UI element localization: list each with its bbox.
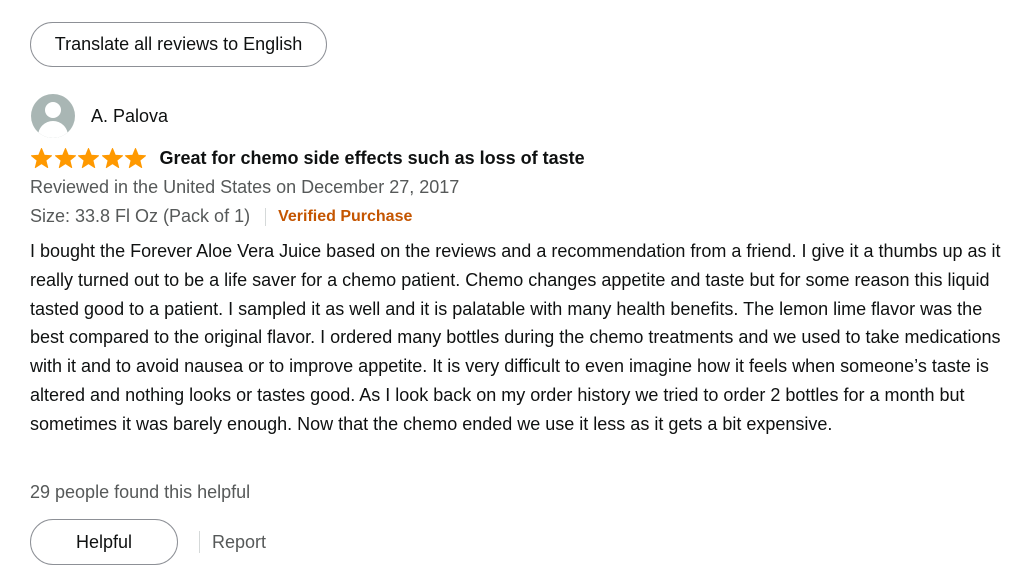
star-icon bbox=[30, 147, 53, 169]
star-icon bbox=[54, 147, 76, 169]
review-title-row: Great for chemo side effects such as los… bbox=[30, 147, 585, 169]
star-icon bbox=[124, 147, 147, 169]
product-size-link[interactable]: Size: 33.8 Fl Oz (Pack of 1) bbox=[30, 206, 250, 227]
avatar-head-shape bbox=[45, 102, 61, 118]
action-divider bbox=[199, 531, 200, 553]
review-actions: Helpful Report bbox=[30, 519, 266, 565]
star-icon bbox=[101, 147, 123, 169]
star-icon bbox=[77, 147, 100, 169]
translate-reviews-button[interactable]: Translate all reviews to English bbox=[30, 22, 327, 67]
review-title[interactable]: Great for chemo side effects such as los… bbox=[160, 148, 585, 169]
helpful-count: 29 people found this helpful bbox=[30, 482, 251, 502]
avatar bbox=[31, 94, 75, 138]
review-body: I bought the Forever Aloe Vera Juice bas… bbox=[30, 241, 1001, 434]
avatar-shoulders-shape bbox=[38, 121, 68, 138]
meta-divider bbox=[265, 207, 267, 226]
reviewer-name[interactable]: A. Palova bbox=[91, 106, 168, 127]
reviewer-profile[interactable]: A. Palova bbox=[31, 94, 168, 138]
review-date: Reviewed in the United States on Decembe… bbox=[30, 177, 460, 197]
review-meta-row: Size: 33.8 Fl Oz (Pack of 1) Verified Pu… bbox=[30, 206, 412, 227]
verified-purchase-badge: Verified Purchase bbox=[278, 207, 413, 225]
helpful-button[interactable]: Helpful bbox=[30, 519, 178, 565]
star-rating[interactable] bbox=[30, 147, 148, 169]
report-link[interactable]: Report bbox=[212, 532, 266, 553]
